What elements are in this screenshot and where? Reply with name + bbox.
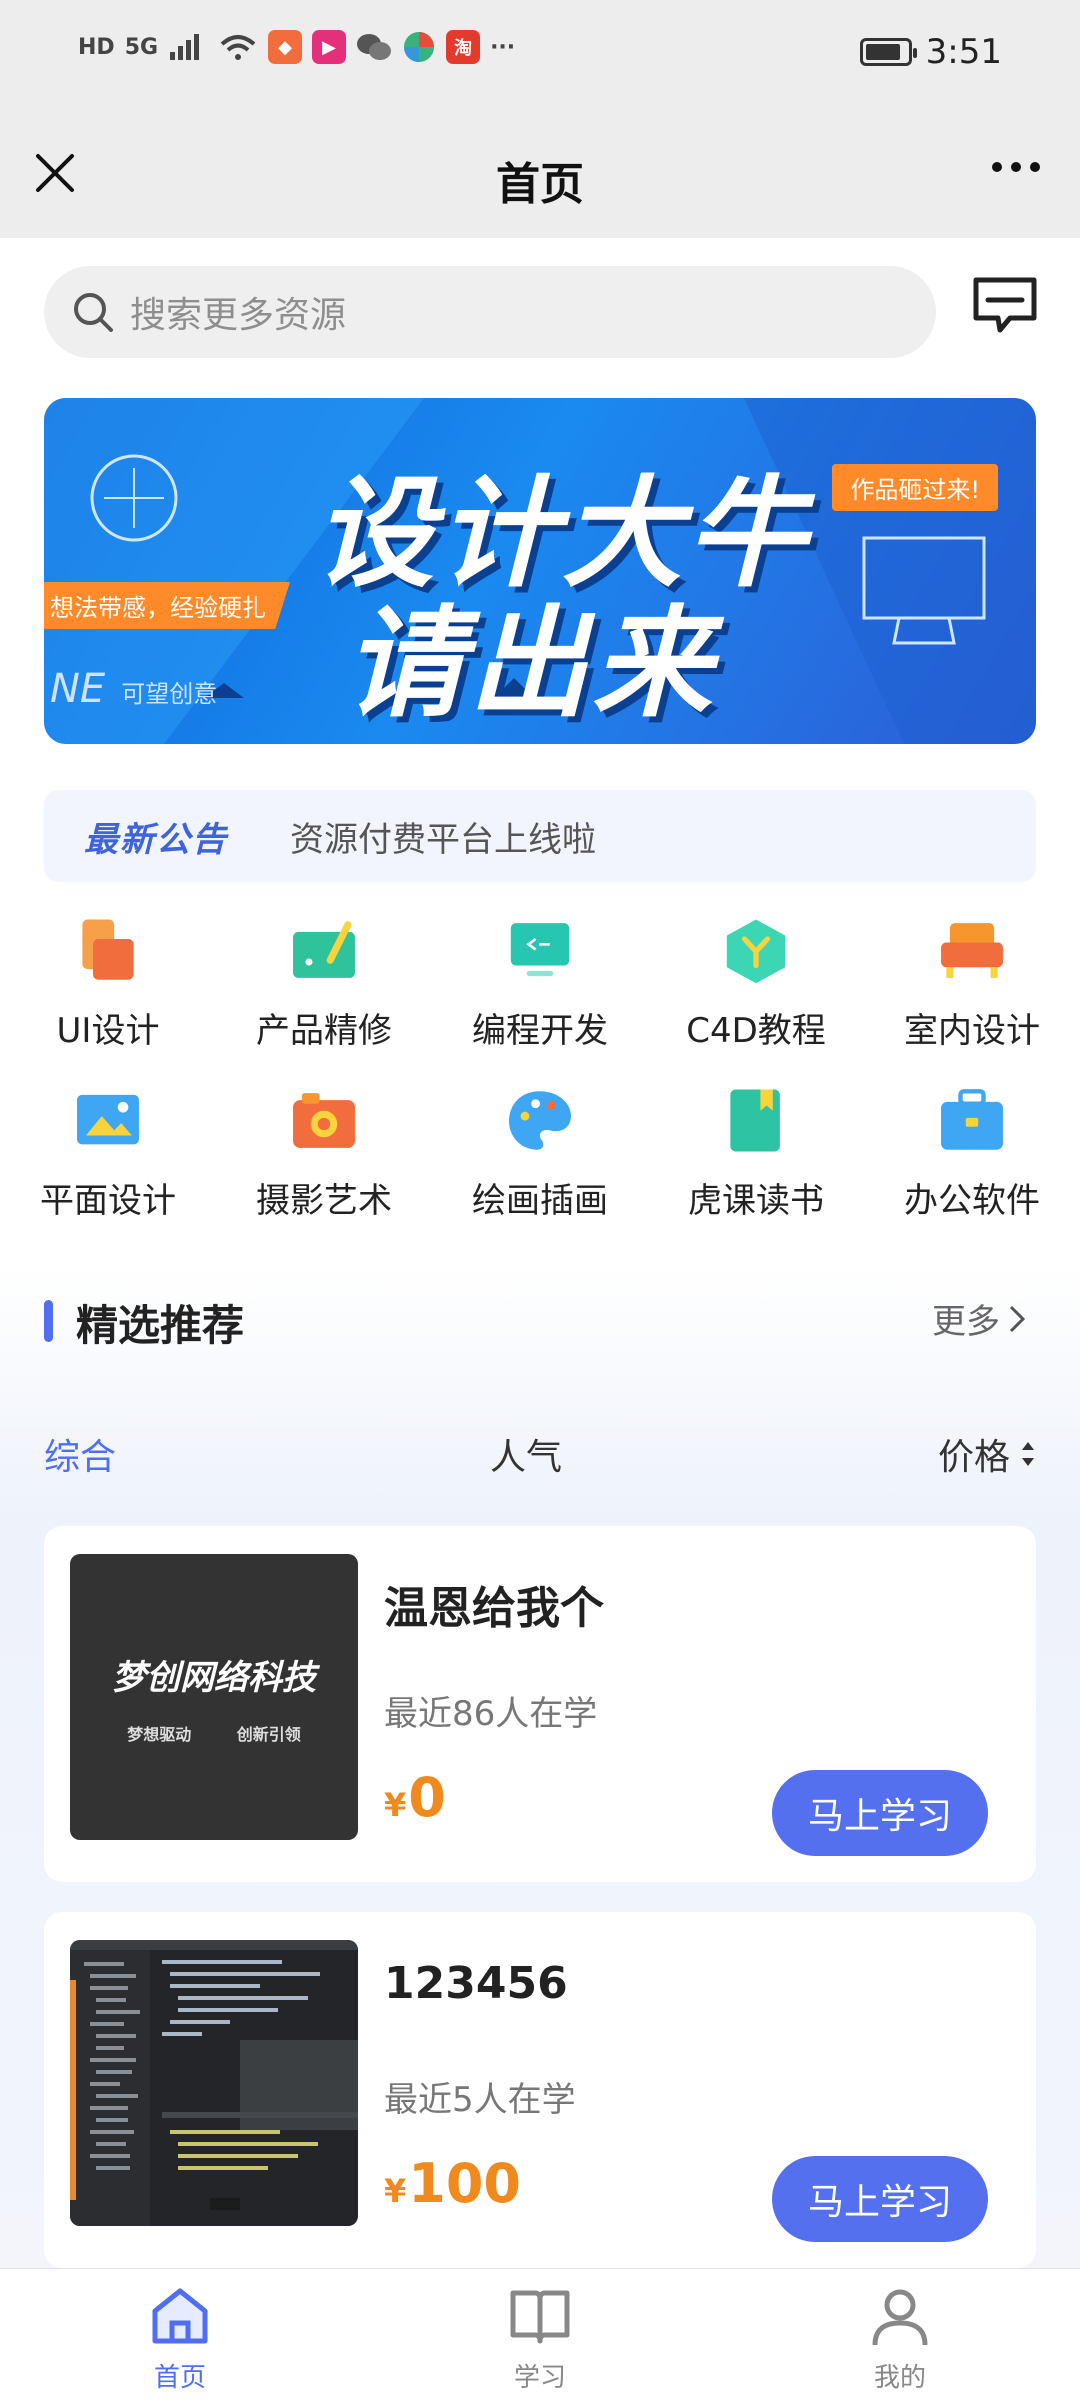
wifi-icon bbox=[220, 35, 256, 60]
video-app-icon: ▶ bbox=[312, 30, 347, 64]
user-icon bbox=[872, 2289, 928, 2346]
browser-app-icon bbox=[404, 32, 435, 62]
nav-label: 我的 bbox=[873, 2363, 926, 2393]
nav-item-profile[interactable]: 我的 bbox=[720, 2269, 1080, 2400]
clock: 3:51 bbox=[925, 32, 1002, 72]
thumbnail-title: 梦创网络科技 bbox=[112, 1657, 316, 1698]
search-input[interactable]: 搜索更多资源 bbox=[130, 286, 346, 338]
announcement-label: 最新公告 bbox=[84, 819, 228, 860]
course-thumbnail: 梦创网络科技 梦想驱动 创新引领 bbox=[70, 1554, 358, 1840]
category-office-software[interactable]: 办公软件 bbox=[864, 1078, 1080, 1222]
book-open-icon bbox=[510, 2290, 570, 2344]
category-c4d[interactable]: C4D教程 bbox=[648, 908, 864, 1052]
more-link-label: 更多 bbox=[932, 1302, 1000, 1342]
thumbnail-subtitle: 梦想驱动 创新引领 bbox=[127, 1724, 301, 1744]
status-bar: HD 5G ◆ ▶ 淘 ··· 3:51 bbox=[0, 0, 1080, 110]
course-price: ¥0 bbox=[384, 1766, 446, 1829]
category-illustration[interactable]: 绘画插画 bbox=[432, 1078, 648, 1222]
category-label: UI设计 bbox=[56, 1011, 160, 1051]
course-learners: 最近5人在学 bbox=[384, 2080, 576, 2120]
sofa-icon bbox=[941, 923, 1003, 978]
category-label: 摄影艺术 bbox=[256, 1181, 392, 1221]
course-card[interactable]: 123456 最近5人在学 ¥100 马上学习 bbox=[44, 1912, 1036, 2268]
category-programming[interactable]: 编程开发 bbox=[432, 908, 648, 1052]
filter-tab-price[interactable]: 价格 bbox=[938, 1428, 1036, 1480]
app-notification-icon: ◆ bbox=[268, 30, 303, 64]
phone-icon bbox=[82, 919, 134, 980]
section-title: 精选推荐 bbox=[76, 1301, 245, 1350]
briefcase-icon bbox=[941, 1089, 1003, 1150]
banner-tag: 作品砸过来! bbox=[832, 464, 998, 511]
category-label: 绘画插画 bbox=[472, 1181, 608, 1221]
signal-icon bbox=[170, 34, 200, 60]
banner-brand: NE 可望创意 bbox=[50, 666, 218, 712]
category-label: 编程开发 bbox=[472, 1011, 608, 1051]
course-price: ¥100 bbox=[384, 2152, 521, 2215]
filter-price-label: 价格 bbox=[937, 1437, 1010, 1478]
network-type: HD bbox=[78, 34, 115, 60]
page-title: 首页 bbox=[496, 159, 584, 210]
course-title: 温恩给我个 bbox=[384, 1583, 604, 1634]
category-grid: UI设计 产品精修 编程开发 C4D教程 室内设计 平面设计 摄影艺术 绘画插画… bbox=[0, 908, 1080, 1222]
signal-type: 5G bbox=[124, 34, 159, 60]
bottom-navigation: 首页 学习 我的 bbox=[0, 2268, 1080, 2400]
book-icon bbox=[730, 1089, 780, 1152]
camera-icon bbox=[293, 1093, 355, 1148]
category-reading[interactable]: 虎课读书 bbox=[648, 1078, 864, 1222]
battery-icon bbox=[859, 38, 917, 66]
status-icons: HD 5G ◆ ▶ 淘 ··· bbox=[78, 30, 515, 64]
course-thumbnail bbox=[70, 1940, 358, 2226]
category-photography[interactable]: 摄影艺术 bbox=[216, 1078, 432, 1222]
section-accent-bar bbox=[44, 1300, 53, 1342]
learn-now-button[interactable]: 马上学习 bbox=[772, 2156, 988, 2242]
more-menu-icon[interactable] bbox=[992, 162, 1040, 172]
nav-label: 首页 bbox=[153, 2363, 206, 2393]
more-link[interactable]: 更多 bbox=[932, 1294, 1028, 1343]
category-label: 办公软件 bbox=[904, 1181, 1040, 1221]
banner-headline-2: 请出来 bbox=[344, 595, 716, 734]
pen-board-icon bbox=[293, 921, 355, 978]
search-bar[interactable]: 搜索更多资源 bbox=[44, 266, 936, 358]
category-interior-design[interactable]: 室内设计 bbox=[864, 908, 1080, 1052]
course-learners: 最近86人在学 bbox=[384, 1694, 598, 1734]
sort-filters: 综合 人气 价格 bbox=[44, 1428, 1036, 1478]
chevron-right-icon bbox=[1009, 1305, 1026, 1332]
category-ui-design[interactable]: UI设计 bbox=[0, 908, 216, 1052]
announcement-text: 资源付费平台上线啦 bbox=[290, 819, 596, 860]
category-product-retouch[interactable]: 产品精修 bbox=[216, 908, 432, 1052]
category-label: 平面设计 bbox=[40, 1181, 176, 1221]
category-label: C4D教程 bbox=[686, 1011, 826, 1051]
learn-now-button[interactable]: 马上学习 bbox=[772, 1770, 988, 1856]
code-screenshot-image bbox=[70, 1940, 358, 2226]
wechat-icon bbox=[357, 34, 392, 60]
home-icon bbox=[152, 2288, 208, 2344]
filter-tab-all[interactable]: 综合 bbox=[44, 1428, 116, 1480]
code-monitor-icon bbox=[510, 923, 570, 977]
taobao-icon: 淘 bbox=[446, 30, 481, 64]
main-content: 搜索更多资源 设计大牛 请出来 作品砸过来! 想法带感，经验硬扎 NE 可望创意 … bbox=[0, 238, 1080, 2268]
course-title: 123456 bbox=[384, 1958, 568, 2009]
palette-icon bbox=[509, 1091, 571, 1150]
banner-slogan: 想法带感，经验硬扎 bbox=[44, 582, 290, 629]
category-label: 虎课读书 bbox=[688, 1181, 824, 1221]
more-notifications: ··· bbox=[490, 34, 516, 60]
nav-label: 学习 bbox=[513, 2363, 566, 2393]
category-label: 产品精修 bbox=[256, 1011, 392, 1051]
category-label: 室内设计 bbox=[904, 1011, 1040, 1051]
course-card[interactable]: 梦创网络科技 梦想驱动 创新引领 温恩给我个 最近86人在学 ¥0 马上学习 bbox=[44, 1526, 1036, 1882]
nav-item-home[interactable]: 首页 bbox=[0, 2269, 360, 2400]
sort-icon bbox=[1022, 1442, 1034, 1466]
announcement-bar[interactable]: 最新公告 资源付费平台上线啦 bbox=[44, 790, 1036, 882]
featured-section-header: 精选推荐 更多 bbox=[44, 1288, 1036, 1350]
cube-icon bbox=[726, 919, 786, 984]
nav-item-study[interactable]: 学习 bbox=[360, 2269, 720, 2400]
promo-banner[interactable]: 设计大牛 请出来 作品砸过来! 想法带感，经验硬扎 NE 可望创意 bbox=[44, 398, 1036, 744]
category-graphic-design[interactable]: 平面设计 bbox=[0, 1078, 216, 1222]
title-bar: 首页 bbox=[0, 110, 1080, 238]
search-icon bbox=[74, 293, 113, 332]
message-icon[interactable] bbox=[970, 274, 1040, 336]
filter-tab-popular[interactable]: 人气 bbox=[490, 1428, 562, 1480]
picture-icon bbox=[77, 1094, 139, 1145]
